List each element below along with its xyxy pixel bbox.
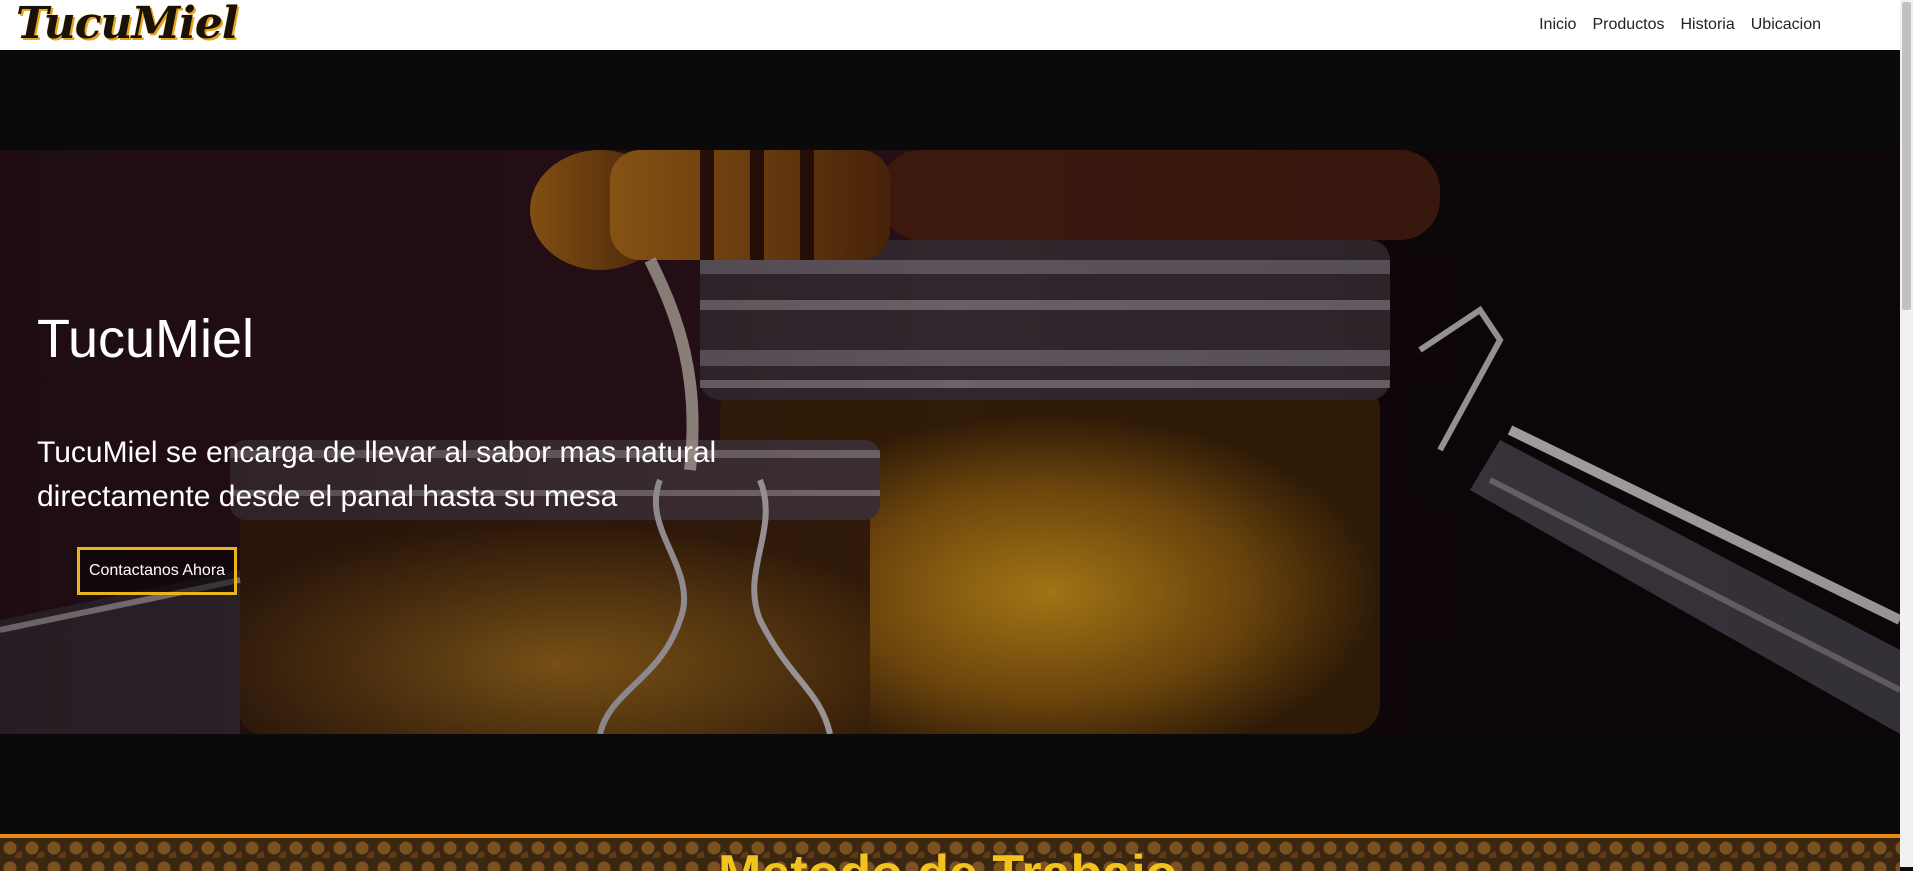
nav-link-historia[interactable]: Historia: [1673, 16, 1743, 34]
scrollbar-thumb[interactable]: [1902, 2, 1911, 310]
nav-link-productos[interactable]: Productos: [1584, 16, 1672, 34]
nav-links: Inicio Productos Historia Ubicacion: [1531, 0, 1829, 50]
metodo-section-preview: Metodo de Trabajo: [0, 834, 1900, 871]
brand-logo[interactable]: TucuMiel: [16, 0, 239, 50]
hero-description: TucuMiel se encarga de llevar al sabor m…: [37, 436, 717, 513]
page-scrollbar[interactable]: [1900, 0, 1913, 867]
hero-banner: TucuMiel TucuMiel se encarga de llevar a…: [0, 150, 1900, 734]
nav-link-inicio[interactable]: Inicio: [1531, 16, 1584, 34]
nav-link-ubicacion[interactable]: Ubicacion: [1743, 16, 1829, 34]
contact-button[interactable]: Contactanos Ahora: [77, 547, 237, 595]
hero-title: TucuMiel: [37, 309, 255, 369]
top-navbar: TucuMiel Inicio Productos Historia Ubica…: [0, 0, 1900, 50]
